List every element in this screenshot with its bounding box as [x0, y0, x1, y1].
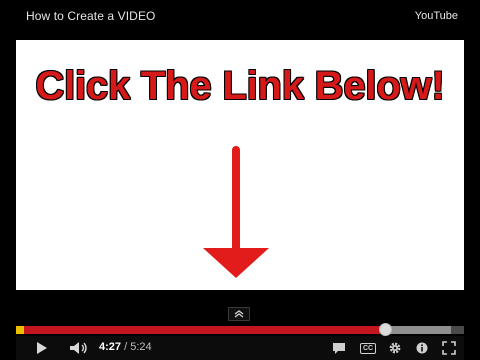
- fullscreen-button[interactable]: [440, 336, 458, 360]
- volume-button[interactable]: [68, 336, 90, 360]
- down-arrow-icon: [203, 146, 269, 278]
- captions-icon: CC: [360, 342, 376, 354]
- progress-buffered: [385, 326, 451, 334]
- time-separator: /: [121, 341, 131, 353]
- video-frame[interactable]: Click The Link Below!: [16, 40, 464, 290]
- annotations-button[interactable]: [330, 336, 348, 360]
- youtube-logo[interactable]: YouTube: [415, 10, 458, 22]
- duration: 5:24: [130, 341, 152, 353]
- settings-icon: [389, 342, 401, 354]
- progress-scrubber[interactable]: [379, 323, 393, 336]
- control-bar: 4:27 / 5:24 CC: [16, 336, 464, 360]
- volume-icon: [70, 342, 87, 354]
- captions-button[interactable]: CC: [358, 336, 378, 360]
- time-display: 4:27 / 5:24: [99, 341, 152, 353]
- current-time: 4:27: [99, 341, 122, 353]
- info-button[interactable]: [414, 336, 430, 360]
- play-icon: [37, 342, 47, 354]
- play-button[interactable]: [32, 336, 52, 360]
- info-icon: [416, 342, 428, 354]
- settings-button[interactable]: [386, 336, 404, 360]
- video-headline: Click The Link Below!: [35, 64, 445, 108]
- video-player: How to Create a VIDEO YouTube Click The …: [0, 0, 480, 360]
- arrow-head: [203, 248, 269, 278]
- progress-start-marker: [16, 326, 24, 334]
- title-bar: How to Create a VIDEO YouTube: [0, 0, 480, 36]
- fullscreen-icon: [442, 341, 456, 355]
- progress-played: [24, 326, 386, 334]
- arrow-shaft: [232, 146, 240, 254]
- chevron-up-icon: [234, 310, 244, 318]
- annotations-icon: [333, 343, 345, 354]
- video-title[interactable]: How to Create a VIDEO: [26, 9, 155, 23]
- expand-toggle-button[interactable]: [228, 307, 250, 321]
- progress-bar[interactable]: [16, 323, 464, 336]
